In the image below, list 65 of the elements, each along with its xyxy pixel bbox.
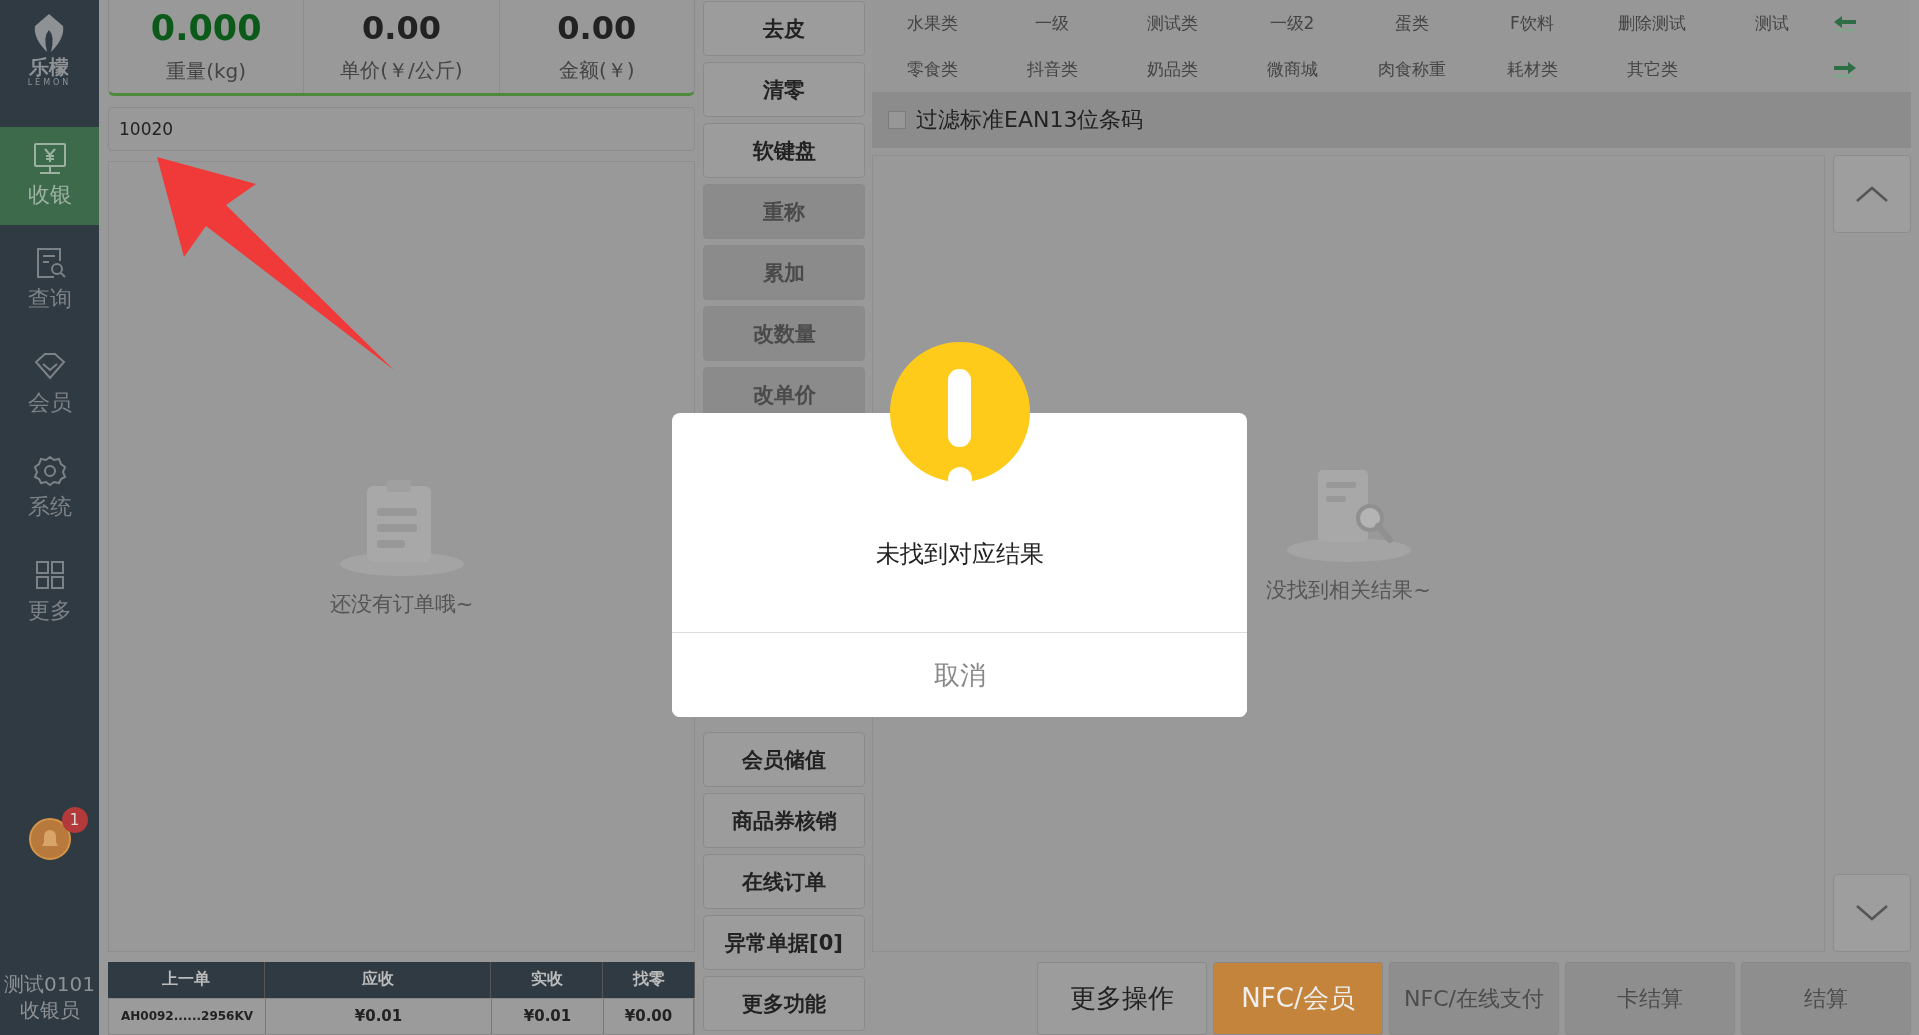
category-tab[interactable]: 其它类 <box>1592 57 1712 81</box>
category-tab[interactable]: 微商城 <box>1232 57 1352 81</box>
category-tab[interactable]: 耗材类 <box>1472 57 1592 81</box>
scale-value: 0.000 <box>150 8 262 48</box>
table-cell: ¥0.00 <box>604 998 694 1034</box>
category-tab[interactable]: 水果类 <box>872 11 992 35</box>
category-tab[interactable]: 零食类 <box>872 57 992 81</box>
arrow-left-icon[interactable] <box>1832 15 1858 31</box>
arrow-right-icon[interactable] <box>1832 61 1858 77</box>
filter-checkbox[interactable] <box>888 111 906 129</box>
chevron-up-icon <box>1855 185 1889 203</box>
table-cell: ¥0.01 <box>492 998 604 1034</box>
category-tab[interactable]: 抖音类 <box>992 57 1112 81</box>
filter-label: 过滤标准EAN13位条码 <box>916 106 1144 134</box>
column-header: 实收 <box>491 962 603 998</box>
category-tab[interactable]: 奶品类 <box>1112 57 1232 81</box>
nav-item[interactable]: 系统 <box>0 439 99 537</box>
category-tab[interactable]: 肉食称重 <box>1352 57 1472 81</box>
column-header: 上一单 <box>108 962 265 998</box>
user-role: 收银员 <box>19 997 80 1023</box>
category-tab[interactable]: 蛋类 <box>1352 11 1472 35</box>
table-cell: AH0092......2956KV <box>109 998 266 1034</box>
settings-icon <box>31 454 68 488</box>
function-button[interactable]: 会员储值 <box>703 732 865 787</box>
nav-item[interactable]: 更多 <box>0 543 99 641</box>
dialog-message: 未找到对应结果 <box>875 539 1044 570</box>
chevron-down-icon <box>1855 904 1889 922</box>
logo-text: 乐檬 <box>29 56 70 78</box>
category-tab[interactable]: 一级 <box>992 11 1112 35</box>
function-button[interactable]: 软键盘 <box>703 123 865 178</box>
nav-item[interactable]: 查询 <box>0 231 99 329</box>
logo-subtext: LEMON <box>27 78 72 87</box>
column-header: 找零 <box>603 962 695 998</box>
scale-label: 金额(￥) <box>559 57 635 84</box>
scale-label: 单价(￥/公斤) <box>340 57 463 84</box>
scale-value: 0.00 <box>362 9 441 47</box>
action-button[interactable]: NFC/会员 <box>1213 962 1383 1035</box>
nav-item[interactable]: 收银 <box>0 127 99 225</box>
category-tab[interactable]: 删除测试 <box>1592 11 1712 35</box>
notification-badge: 1 <box>61 807 88 833</box>
barcode-field[interactable]: 10020 <box>108 107 695 151</box>
register-icon <box>31 142 68 176</box>
column-header: 应收 <box>265 962 491 998</box>
function-button[interactable]: 去皮 <box>703 1 865 56</box>
function-button[interactable]: 异常单据[0] <box>703 915 865 970</box>
function-button[interactable]: 商品券核销 <box>703 793 865 848</box>
empty-message: 还没有订单哦~ <box>329 590 474 618</box>
function-button[interactable]: 更多功能 <box>703 976 865 1031</box>
category-tab[interactable]: 一级2 <box>1232 11 1352 35</box>
category-tab[interactable]: 测试 <box>1712 11 1832 35</box>
scroll-down-button[interactable] <box>1833 874 1911 952</box>
scale-label: 重量(kg) <box>166 58 247 85</box>
function-button[interactable]: 在线订单 <box>703 854 865 909</box>
action-button[interactable]: 更多操作 <box>1037 962 1207 1035</box>
function-button[interactable]: 清零 <box>703 62 865 117</box>
nav-item[interactable]: 会员 <box>0 335 99 433</box>
empty-message: 没找到相关结果~ <box>1266 576 1431 604</box>
user-name: 测试0101 <box>4 971 95 997</box>
cancel-button[interactable]: 取消 <box>672 632 1247 717</box>
category-tab[interactable]: 测试类 <box>1112 11 1232 35</box>
scroll-up-button[interactable] <box>1833 155 1911 233</box>
scale-value: 0.00 <box>557 9 637 47</box>
bell-icon[interactable] <box>27 817 72 861</box>
table-cell: ¥0.01 <box>266 998 492 1034</box>
category-tab[interactable]: F饮料 <box>1472 11 1592 35</box>
